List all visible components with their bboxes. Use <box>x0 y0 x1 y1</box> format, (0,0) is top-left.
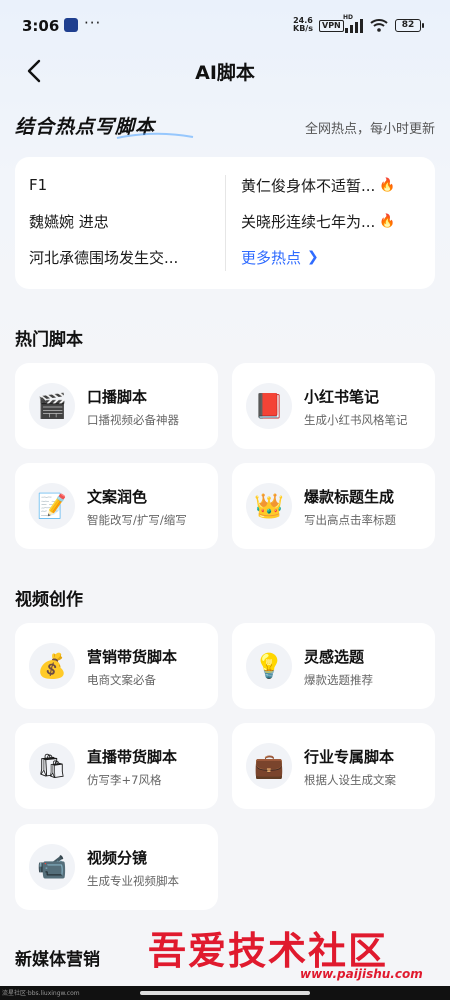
hot-topics-card: F1 魏嬿婉 进忠 河北承德围场发生交... 黄仁俊身体不适暂... 🔥 关晓彤连… <box>15 157 435 289</box>
tile-title: 灵感选题 <box>304 648 365 666</box>
hot-topics-subtitle: 全网热点，每小时更新 <box>304 122 435 137</box>
crown-icon: 👑 <box>246 483 292 529</box>
tile-title: 行业专属脚本 <box>304 748 395 766</box>
hot-topics-right-column: 黄仁俊身体不适暂... 🔥 关晓彤连续七年为... 🔥 更多热点 ❯ <box>241 167 427 275</box>
hot-topic-text: 黄仁俊身体不适暂... <box>241 176 376 195</box>
hot-topics-header: 结合热点写脚本 全网热点，每小时更新 <box>15 112 435 142</box>
hot-topic-text: F1 <box>29 176 48 194</box>
tile-title: 营销带货脚本 <box>87 648 178 666</box>
section-title-hot-scripts: 热门脚本 <box>15 330 83 350</box>
tile-title: 口播脚本 <box>87 388 148 406</box>
home-indicator[interactable] <box>140 991 310 995</box>
hot-topic-text: 魏嬿婉 进忠 <box>29 212 109 231</box>
memo-pencil-icon: 📝 <box>29 483 75 529</box>
watermark-url: www.paijishu.com <box>300 967 423 981</box>
tile-title: 视频分镜 <box>87 849 148 867</box>
tile-description: 写出高点击率标题 <box>304 513 396 527</box>
tile-inspiration-topics[interactable]: 💡 灵感选题 爆款选题推荐 <box>232 623 435 709</box>
column-divider <box>225 175 226 271</box>
tile-description: 根据人设生成文案 <box>304 773 396 787</box>
hot-topic-item[interactable]: 黄仁俊身体不适暂... 🔥 <box>241 167 427 203</box>
tile-description: 口播视频必备神器 <box>87 413 179 427</box>
nav-bar: AI脚本 <box>0 50 450 90</box>
app-notification-icon <box>64 18 78 32</box>
network-speed: 24.6 KB/s <box>293 17 313 33</box>
hot-topic-item[interactable]: F1 <box>29 167 219 203</box>
more-hot-topics-label: 更多热点 <box>241 248 302 267</box>
money-bag-icon: 💰 <box>29 643 75 689</box>
fire-icon: 🔥 <box>379 177 396 193</box>
tile-title: 直播带货脚本 <box>87 748 178 766</box>
wifi-icon <box>370 19 388 32</box>
tile-industry-script[interactable]: 💼 行业专属脚本 根据人设生成文案 <box>232 723 435 809</box>
tile-title: 文案润色 <box>87 488 148 506</box>
status-bar: 3:06 ··· 24.6 KB/s VPN HD 82 <box>0 0 450 50</box>
tile-xiaohongshu-note[interactable]: 📕 小红书笔记 生成小红书风格笔记 <box>232 363 435 449</box>
vpn-badge: VPN <box>319 20 344 32</box>
hot-topic-text: 关晓彤连续七年为... <box>241 212 376 231</box>
video-camera-icon: 📹 <box>29 844 75 890</box>
tile-description: 仿写李+7风格 <box>87 773 162 787</box>
hot-topics-left-column: F1 魏嬿婉 进忠 河北承德围场发生交... <box>29 167 219 275</box>
tile-description: 电商文案必备 <box>87 673 156 687</box>
tile-description: 智能改写/扩写/缩写 <box>87 513 187 527</box>
tile-marketing-script[interactable]: 💰 营销带货脚本 电商文案必备 <box>15 623 218 709</box>
more-notifications-icon: ··· <box>84 14 102 32</box>
shopping-bags-icon: 🛍 <box>29 743 75 789</box>
tile-livestream-script[interactable]: 🛍 直播带货脚本 仿写李+7风格 <box>15 723 218 809</box>
tile-oral-script[interactable]: 🎬 口播脚本 口播视频必备神器 <box>15 363 218 449</box>
page-title: AI脚本 <box>195 62 255 84</box>
more-hot-topics-link[interactable]: 更多热点 ❯ <box>241 239 427 275</box>
tile-description: 生成小红书风格笔记 <box>304 413 408 427</box>
hot-topic-item[interactable]: 关晓彤连续七年为... 🔥 <box>241 203 427 239</box>
tile-description: 生成专业视频脚本 <box>87 874 179 888</box>
hot-topic-item[interactable]: 河北承德围场发生交... <box>29 239 219 275</box>
tile-viral-title[interactable]: 👑 爆款标题生成 写出高点击率标题 <box>232 463 435 549</box>
section-title-new-media: 新媒体营销 <box>15 950 100 970</box>
title-underline-decoration <box>116 132 194 139</box>
bottom-bar: 流星社区·bbs.liuxingw.com <box>0 986 450 1000</box>
network-speed-unit: KB/s <box>293 24 313 33</box>
signal-icon <box>345 19 363 33</box>
tile-copy-polish[interactable]: 📝 文案润色 智能改写/扩写/缩写 <box>15 463 218 549</box>
hot-topic-item[interactable]: 魏嬿婉 进忠 <box>29 203 219 239</box>
red-book-icon: 📕 <box>246 383 292 429</box>
fire-icon: 🔥 <box>379 213 396 229</box>
tile-title: 爆款标题生成 <box>304 488 395 506</box>
clapperboard-icon: 🎬 <box>29 383 75 429</box>
briefcase-icon: 💼 <box>246 743 292 789</box>
light-bulb-icon: 💡 <box>246 643 292 689</box>
bottom-credit: 流星社区·bbs.liuxingw.com <box>2 990 80 997</box>
battery-icon: 82 <box>395 19 424 32</box>
tile-description: 爆款选题推荐 <box>304 673 373 687</box>
hot-topic-text: 河北承德围场发生交... <box>29 248 179 267</box>
chevron-right-icon: ❯ <box>307 249 319 265</box>
tile-title: 小红书笔记 <box>304 388 380 406</box>
tile-storyboard[interactable]: 📹 视频分镜 生成专业视频脚本 <box>15 824 218 910</box>
section-title-video-creation: 视频创作 <box>15 590 83 610</box>
status-time: 3:06 <box>22 17 60 35</box>
